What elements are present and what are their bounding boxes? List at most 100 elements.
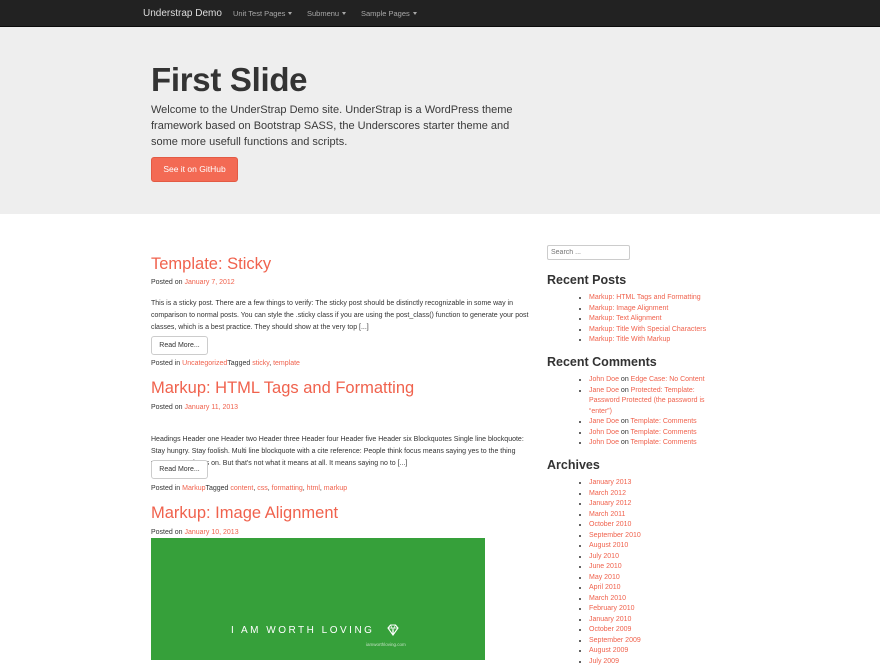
list-item: Markup: Text Alignment [589,314,706,325]
comment-author-link[interactable]: John Doe [589,439,619,446]
list-item: Jane Doe on Protected: Template: Passwor… [589,386,721,418]
list-item: Markup: HTML Tags and Formatting [589,293,706,304]
nav-sample-pages[interactable]: Sample Pages [361,9,417,18]
comment-post-link[interactable]: Template: Comments [631,429,697,436]
list-item: Markup: Title With Special Characters [589,325,706,336]
search-input[interactable] [547,245,630,260]
caret-down-icon [413,12,417,15]
archive-link[interactable]: March 2010 [589,595,626,602]
archive-link[interactable]: August 2010 [589,542,628,549]
category-link[interactable]: Uncategorized [182,360,227,367]
list-item: April 2010 [589,583,641,594]
tag-link[interactable]: css [257,485,268,492]
tag-link[interactable]: markup [324,485,347,492]
caret-down-icon [288,12,292,15]
tag-link[interactable]: html [307,485,320,492]
post-footer: Posted in MarkupTagged content, css, for… [151,485,347,492]
archive-link[interactable]: October 2010 [589,521,631,528]
archive-link[interactable]: April 2010 [589,584,621,591]
image-website-text: iamworthloving.com [366,642,406,647]
github-button[interactable]: See it on GitHub [151,157,238,182]
nav-label: Sample Pages [361,9,410,18]
brand-link[interactable]: Understrap Demo [143,8,222,19]
hero-text: Welcome to the UnderStrap Demo site. Und… [151,102,531,150]
post-date-link[interactable]: January 10, 2013 [184,529,238,536]
posted-in-label: Posted in [151,360,180,367]
recent-comments-title: Recent Comments [547,355,657,369]
post-title-link[interactable]: Markup: HTML Tags and Formatting [151,379,414,398]
list-item: January 2012 [589,499,641,510]
on-label: on [621,376,629,383]
nav-label: Unit Test Pages [233,9,285,18]
archive-link[interactable]: March 2011 [589,511,625,518]
comment-post-link[interactable]: Edge Case: No Content [631,376,705,383]
archive-link[interactable]: October 2009 [589,626,631,633]
post-title-link[interactable]: Template: Sticky [151,255,271,274]
tag-link[interactable]: sticky [252,360,269,367]
tag-link[interactable]: content [230,485,253,492]
list-item: February 2010 [589,604,641,615]
tagged-label: Tagged [205,485,228,492]
list-item: September 2010 [589,531,641,542]
tag-link[interactable]: formatting [272,485,303,492]
comment-author-link[interactable]: John Doe [589,429,619,436]
archive-link[interactable]: February 2010 [589,605,635,612]
read-more-button[interactable]: Read More... [151,336,208,355]
archive-link[interactable]: March 2012 [589,490,626,497]
archive-link[interactable]: September 2010 [589,532,641,539]
diamond-icon [386,623,400,637]
recent-post-link[interactable]: Markup: Title With Markup [589,336,670,343]
list-item: August 2010 [589,541,641,552]
list-item: June 2010 [589,562,641,573]
nav-label: Submenu [307,9,339,18]
archive-link[interactable]: May 2010 [589,574,620,581]
read-more-button[interactable]: Read More... [151,460,208,479]
post-meta: Posted on January 10, 2013 [151,529,239,536]
recent-post-link[interactable]: Markup: HTML Tags and Formatting [589,294,701,301]
list-item: October 2010 [589,520,641,531]
post-footer: Posted in UncategorizedTagged sticky, te… [151,360,300,367]
list-item: March 2010 [589,594,641,605]
comment-author-link[interactable]: Jane Doe [589,418,619,425]
post-date-link[interactable]: January 11, 2013 [184,404,238,411]
archive-link[interactable]: January 2012 [589,500,631,507]
comment-author-link[interactable]: John Doe [589,376,619,383]
archives-title: Archives [547,458,600,472]
comment-author-link[interactable]: Jane Doe [589,387,619,394]
list-item: January 2013 [589,478,641,489]
category-link[interactable]: Markup [182,485,205,492]
caret-down-icon [342,12,346,15]
hero-title: First Slide [151,61,307,99]
nav-submenu[interactable]: Submenu [307,9,346,18]
archive-link[interactable]: September 2009 [589,637,641,644]
list-item: John Doe on Edge Case: No Content [589,375,721,386]
posted-in-label: Posted in [151,485,180,492]
recent-post-link[interactable]: Markup: Image Alignment [589,305,668,312]
list-item: March 2011 [589,510,641,521]
comment-post-link[interactable]: Template: Comments [631,418,697,425]
archive-link[interactable]: July 2009 [589,658,619,665]
list-item: October 2009 [589,625,641,636]
archive-link[interactable]: January 2010 [589,616,631,623]
archive-link[interactable]: July 2010 [589,553,619,560]
posted-on-label: Posted on [151,404,183,411]
archive-link[interactable]: June 2010 [589,563,622,570]
post-date-link[interactable]: January 7, 2012 [184,279,234,286]
on-label: on [621,429,629,436]
tag-link[interactable]: template [273,360,300,367]
archive-link[interactable]: August 2009 [589,647,628,654]
image-caption-text: I AM WORTH LOVING [231,625,374,636]
archives-list: January 2013 March 2012 January 2012 Mar… [581,478,641,667]
list-item: March 2012 [589,489,641,500]
recent-posts-title: Recent Posts [547,273,626,287]
post-featured-image: I AM WORTH LOVING iamworthloving.com [151,538,485,660]
nav-unit-test-pages[interactable]: Unit Test Pages [233,9,292,18]
comment-post-link[interactable]: Template: Comments [631,439,697,446]
archive-link[interactable]: January 2013 [589,479,631,486]
post-title-link[interactable]: Markup: Image Alignment [151,504,338,523]
list-item: September 2009 [589,636,641,647]
posted-on-label: Posted on [151,279,183,286]
list-item: May 2010 [589,573,641,584]
recent-post-link[interactable]: Markup: Text Alignment [589,315,662,322]
recent-post-link[interactable]: Markup: Title With Special Characters [589,326,706,333]
